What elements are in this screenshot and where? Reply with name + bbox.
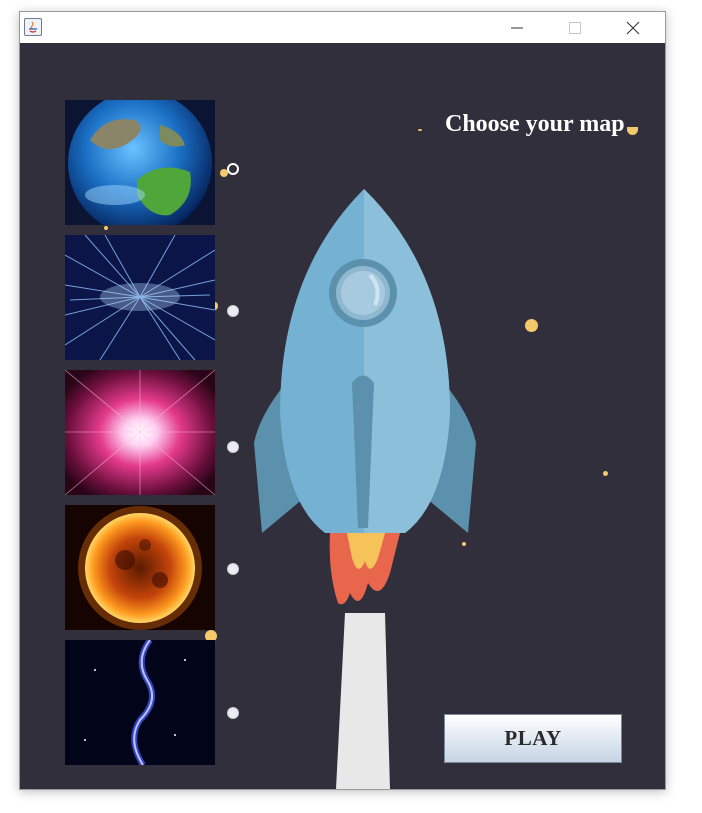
star-icon bbox=[418, 129, 422, 131]
page-title: Choose your map bbox=[445, 111, 625, 137]
map-thumbnail-earth[interactable] bbox=[65, 100, 215, 225]
map-radio-nebula-burst[interactable] bbox=[227, 441, 239, 453]
maximize-button[interactable] bbox=[552, 12, 598, 43]
map-radio-earth[interactable] bbox=[227, 163, 239, 175]
java-app-icon bbox=[24, 18, 42, 36]
map-thumbnail-hyperspace[interactable] bbox=[65, 235, 215, 360]
minimize-icon bbox=[511, 27, 523, 28]
map-radio-hyperspace[interactable] bbox=[227, 305, 239, 317]
star-icon bbox=[627, 127, 638, 135]
map-thumbnail-blue-galaxy[interactable] bbox=[65, 640, 215, 765]
title-bar bbox=[20, 12, 665, 43]
play-button[interactable]: PLAY bbox=[444, 714, 622, 763]
rocket-illustration bbox=[250, 183, 480, 789]
minimize-button[interactable] bbox=[494, 12, 540, 43]
map-selection-panel: Choose your map PLAY bbox=[20, 43, 665, 789]
map-radio-blue-galaxy[interactable] bbox=[227, 707, 239, 719]
star-icon bbox=[525, 319, 538, 332]
map-radio-sun[interactable] bbox=[227, 563, 239, 575]
close-icon bbox=[626, 21, 640, 34]
maximize-icon bbox=[569, 21, 581, 34]
map-thumbnail-nebula-burst[interactable] bbox=[65, 370, 215, 495]
app-window: Choose your map PLAY bbox=[19, 11, 666, 790]
star-icon bbox=[603, 471, 608, 476]
map-thumbnail-sun[interactable] bbox=[65, 505, 215, 630]
star-icon bbox=[104, 226, 108, 230]
close-button[interactable] bbox=[610, 12, 656, 43]
